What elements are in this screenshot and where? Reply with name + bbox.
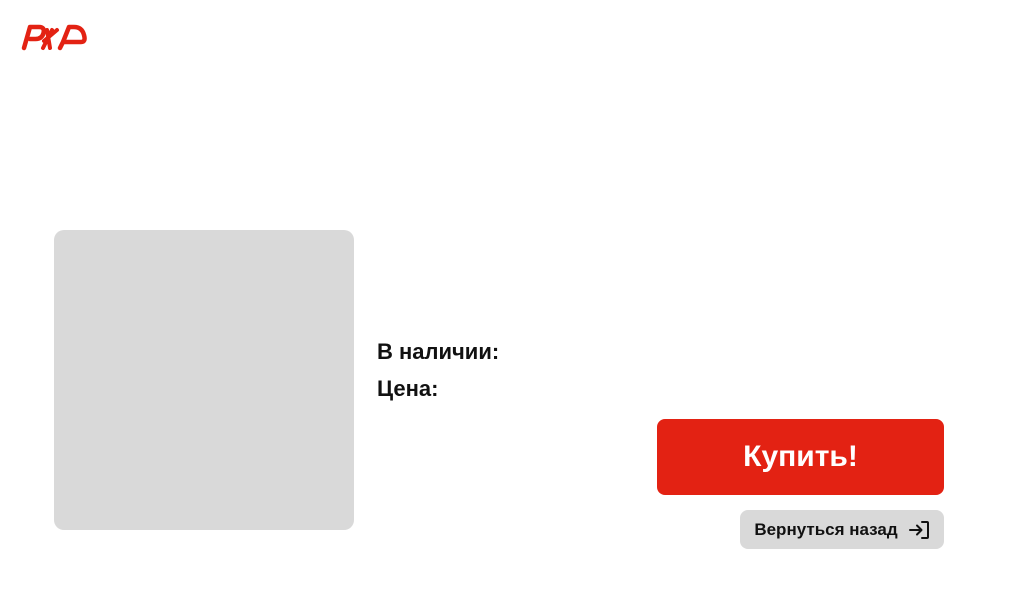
rzd-logo (20, 21, 88, 51)
availability-label: В наличии: (377, 339, 500, 364)
back-button-label: Вернуться назад (754, 519, 898, 539)
rzd-logo-icon (21, 24, 87, 51)
buy-button[interactable]: Купить! (657, 419, 944, 495)
back-button[interactable]: Вернуться назад (740, 510, 944, 549)
price-label: Цена: (377, 376, 439, 401)
sign-in-arrow-icon (908, 519, 930, 541)
product-image-placeholder (54, 230, 354, 530)
buy-button-label: Купить! (743, 440, 858, 473)
